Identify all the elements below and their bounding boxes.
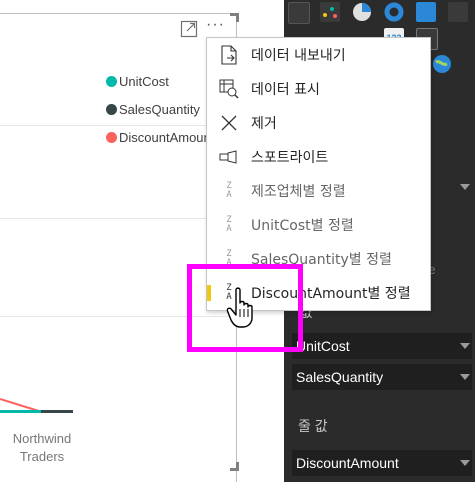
legend-item-discountamount[interactable]: DiscountAmount [106, 130, 214, 145]
values-field-unitcost[interactable]: UnitCost [292, 333, 472, 359]
legend-marker [106, 132, 117, 143]
menu-item-remove[interactable]: 제거 [207, 106, 430, 140]
legend-label: DiscountAmount [119, 130, 215, 145]
field-dropdown-arrow[interactable] [460, 460, 470, 466]
legend-marker [106, 104, 117, 115]
gridline [0, 125, 236, 126]
viz-pie-icon[interactable] [352, 2, 372, 22]
spotlight-icon [218, 146, 240, 168]
menu-item-label: UnitCost별 정렬 [251, 218, 354, 234]
viz-table-icon[interactable] [288, 2, 310, 24]
viz-donut-icon[interactable] [384, 2, 404, 22]
field-dropdown-arrow[interactable] [460, 374, 470, 380]
values-field-salesquantity[interactable]: SalesQuantity [292, 364, 472, 390]
legend-item-salesquantity[interactable]: SalesQuantity [106, 102, 200, 117]
line-values-well-label: 줄 값 [298, 418, 328, 434]
focus-mode-icon[interactable] [180, 20, 198, 38]
gridline [0, 218, 236, 219]
legend-marker [106, 76, 117, 87]
sort-icon: ZA [226, 215, 232, 234]
unitcost-bar [0, 410, 41, 413]
sort-icon: ZA [226, 181, 232, 200]
legend-label: UnitCost [119, 74, 169, 89]
field-label: UnitCost [296, 338, 350, 354]
field-label: DiscountAmount [296, 455, 399, 471]
menu-item-label: 스포트라이트 [251, 150, 329, 166]
viz-globe-icon[interactable] [432, 54, 452, 74]
x-axis-label-line1: Northwind [12, 431, 72, 446]
field-dropdown-arrow[interactable] [460, 343, 470, 349]
resize-handle-top-right[interactable] [230, 13, 239, 22]
visual-selection-border-top [0, 13, 237, 14]
x-axis-label-line2: Traders [19, 449, 65, 464]
menu-item-sort-by-manufacturer[interactable]: ZA 제조업체별 정렬 [207, 174, 430, 208]
field-label: SalesQuantity [296, 369, 384, 385]
show-data-icon [218, 78, 240, 100]
dropdown-arrow[interactable] [460, 184, 470, 190]
x-axis-category-label: Northwind Traders [2, 430, 82, 466]
close-icon [218, 112, 240, 134]
menu-item-label: 데이터 내보내기 [251, 48, 346, 64]
menu-item-label: 제거 [251, 116, 277, 132]
resize-handle-bottom-right[interactable] [230, 462, 239, 471]
menu-item-export-data[interactable]: 데이터 내보내기 [207, 38, 430, 72]
menu-item-show-data[interactable]: 데이터 표시 [207, 72, 430, 106]
menu-item-label: 데이터 표시 [251, 82, 320, 98]
hand-cursor-icon [226, 287, 253, 328]
line-values-field-discountamount[interactable]: DiscountAmount [292, 450, 472, 476]
menu-item-spotlight[interactable]: 스포트라이트 [207, 140, 430, 174]
viz-scatter-icon[interactable] [320, 2, 340, 22]
legend-item-unitcost[interactable]: UnitCost [106, 74, 169, 89]
menu-item-label: 제조업체별 정렬 [251, 184, 346, 200]
export-icon [218, 44, 240, 66]
legend-label: SalesQuantity [119, 102, 200, 117]
viz-treemap-icon[interactable] [416, 2, 436, 22]
more-options-button[interactable]: ··· [206, 16, 230, 36]
menu-item-sort-by-unitcost[interactable]: ZA UnitCost별 정렬 [207, 208, 430, 242]
viz-funnel-icon[interactable] [448, 2, 468, 22]
chart-marks [0, 398, 73, 413]
